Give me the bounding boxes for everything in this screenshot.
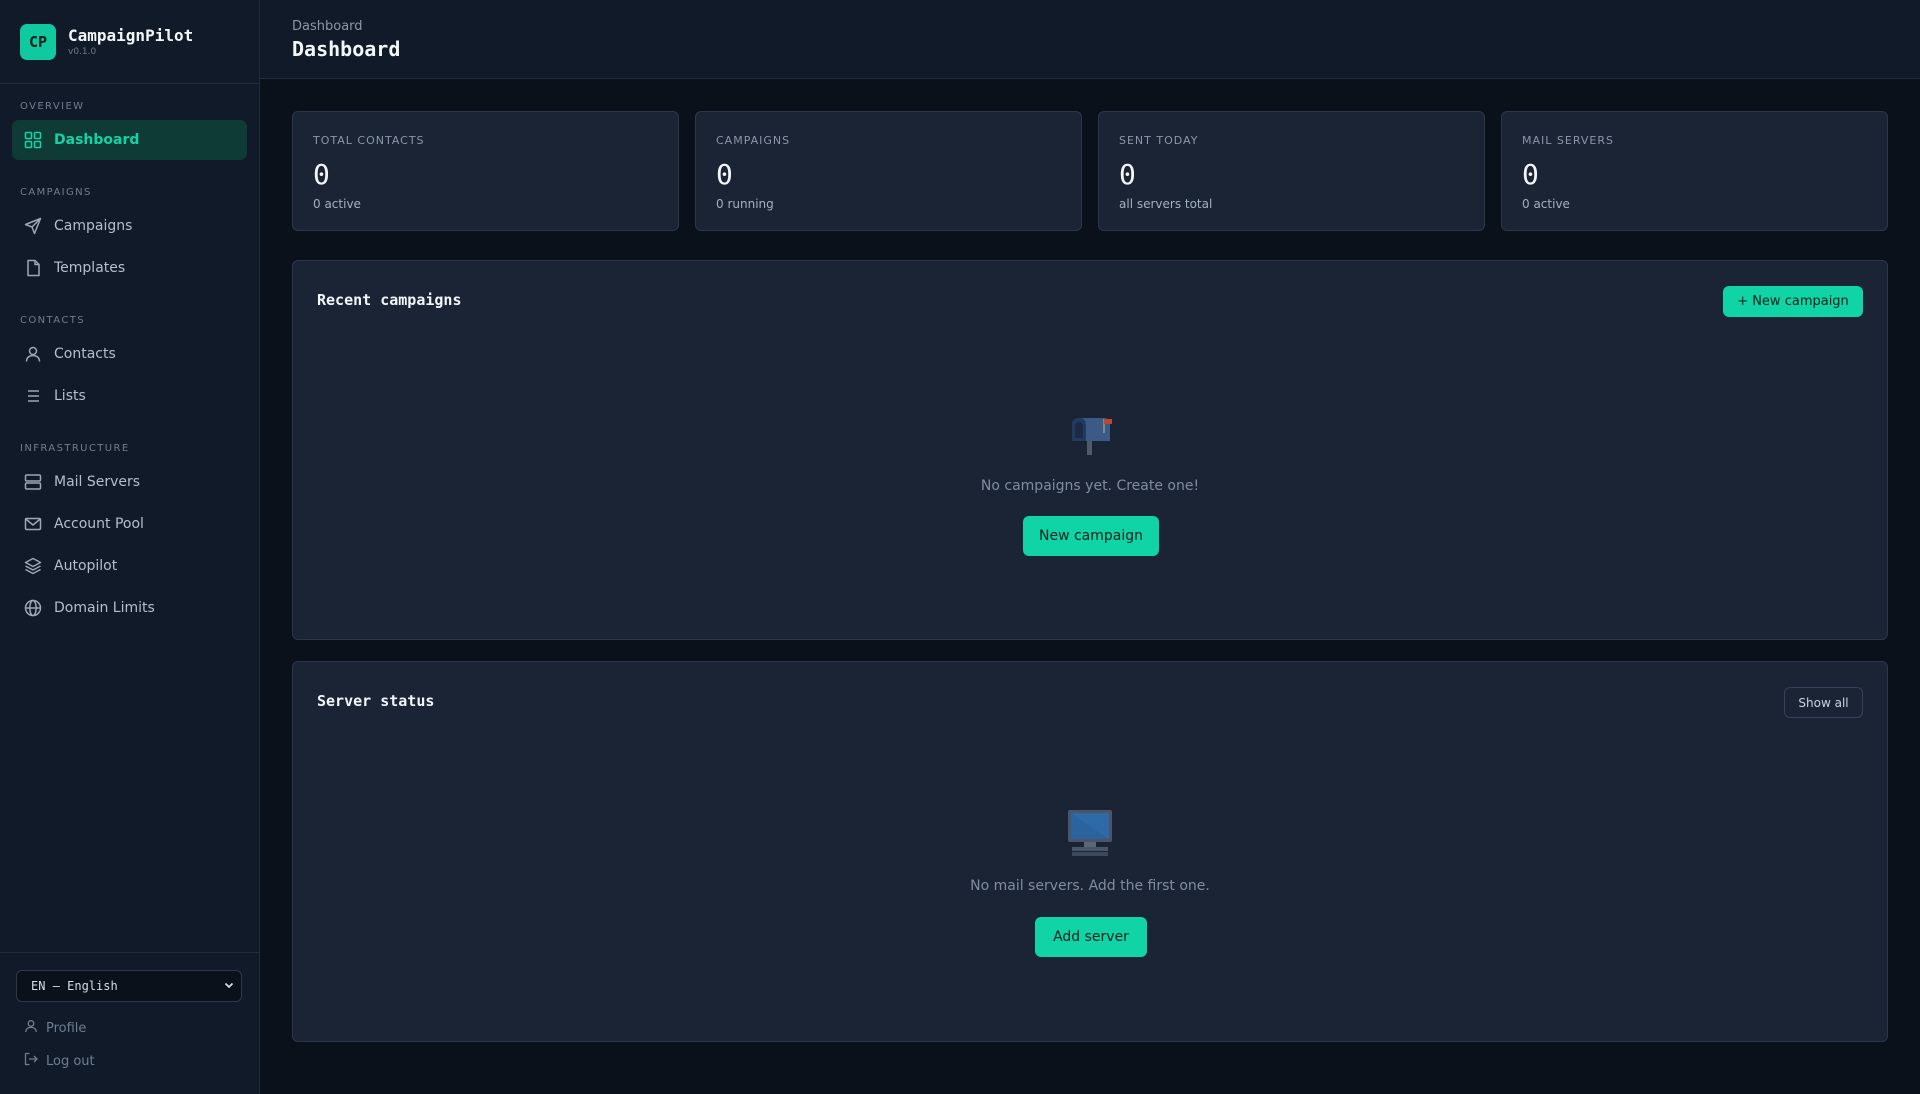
section-label-contacts: CONTACTS bbox=[20, 315, 85, 326]
stat-label: TOTAL CONTACTS bbox=[313, 134, 425, 147]
server-icon bbox=[24, 473, 42, 491]
stat-value: 0 bbox=[1119, 158, 1136, 191]
user-icon bbox=[24, 1019, 38, 1037]
panel-title: Recent campaigns bbox=[317, 291, 462, 309]
sidebar-item-label: Contacts bbox=[54, 346, 116, 362]
sidebar-item-domain-limits[interactable]: Domain Limits bbox=[12, 588, 247, 628]
language-select-value: EN — English bbox=[31, 979, 118, 993]
show-all-button[interactable]: Show all bbox=[1784, 687, 1863, 718]
send-icon bbox=[24, 217, 42, 235]
sidebar-item-label: Dashboard bbox=[54, 132, 140, 148]
logout-icon bbox=[24, 1052, 38, 1070]
stat-card-sent-today: SENT TODAY 0 all servers total bbox=[1098, 111, 1485, 231]
user-icon bbox=[24, 345, 42, 363]
section-label-infrastructure: INFRASTRUCTURE bbox=[20, 443, 130, 454]
new-campaign-button[interactable]: + New campaign bbox=[1723, 286, 1863, 317]
list-icon bbox=[24, 387, 42, 405]
stat-card-campaigns: CAMPAIGNS 0 0 running bbox=[695, 111, 1082, 231]
sidebar-item-account-pool[interactable]: Account Pool bbox=[12, 504, 247, 544]
logout-link[interactable]: Log out bbox=[24, 1052, 95, 1070]
sidebar-item-label: Account Pool bbox=[54, 516, 144, 532]
profile-link[interactable]: Profile bbox=[24, 1019, 86, 1037]
empty-state-text: No campaigns yet. Create one! bbox=[980, 478, 1200, 494]
server-status-panel: Server status Show all No mail servers. … bbox=[292, 661, 1888, 1042]
sidebar-item-label: Campaigns bbox=[54, 218, 133, 234]
logout-label: Log out bbox=[46, 1053, 95, 1069]
section-label-overview: OVERVIEW bbox=[20, 101, 85, 112]
stat-sub: 0 active bbox=[313, 197, 361, 211]
globe-icon bbox=[24, 599, 42, 617]
stat-sub: all servers total bbox=[1119, 197, 1213, 211]
stat-label: SENT TODAY bbox=[1119, 134, 1199, 147]
brand-logo: CP bbox=[20, 23, 56, 60]
brand[interactable]: CP CampaignPilot v0.1.0 bbox=[0, 0, 259, 84]
section-label-campaigns: CAMPAIGNS bbox=[20, 187, 92, 198]
sidebar-item-mail-servers[interactable]: Mail Servers bbox=[12, 462, 247, 502]
stat-card-mail-servers: MAIL SERVERS 0 0 active bbox=[1501, 111, 1888, 231]
mailbox-icon bbox=[1066, 413, 1114, 461]
sidebar-item-label: Templates bbox=[54, 260, 126, 276]
empty-state-text: No mail servers. Add the first one. bbox=[970, 878, 1210, 894]
grid-icon bbox=[24, 131, 42, 149]
top-header: Dashboard Dashboard bbox=[260, 0, 1920, 79]
sidebar-item-label: Lists bbox=[54, 388, 86, 404]
create-campaign-button[interactable]: New campaign bbox=[1023, 516, 1159, 556]
sidebar-item-autopilot[interactable]: Autopilot bbox=[12, 546, 247, 586]
breadcrumb[interactable]: Dashboard bbox=[292, 19, 363, 34]
sidebar-item-contacts[interactable]: Contacts bbox=[12, 334, 247, 374]
sidebar-item-label: Mail Servers bbox=[54, 474, 141, 490]
sidebar-item-lists[interactable]: Lists bbox=[12, 376, 247, 416]
stat-sub: 0 active bbox=[1522, 197, 1570, 211]
sidebar-item-templates[interactable]: Templates bbox=[12, 248, 247, 288]
sidebar-item-label: Autopilot bbox=[54, 558, 118, 574]
add-server-button[interactable]: Add server bbox=[1035, 917, 1147, 957]
recent-campaigns-panel: Recent campaigns + New campaign No campa… bbox=[292, 260, 1888, 640]
layers-icon bbox=[24, 557, 42, 575]
stat-card-total-contacts: TOTAL CONTACTS 0 0 active bbox=[292, 111, 679, 231]
panel-title: Server status bbox=[317, 692, 435, 710]
brand-name: CampaignPilot bbox=[68, 26, 194, 45]
stat-value: 0 bbox=[1522, 158, 1539, 191]
page-title: Dashboard bbox=[292, 37, 401, 61]
sidebar-divider bbox=[0, 952, 260, 953]
stat-label: MAIL SERVERS bbox=[1522, 134, 1614, 147]
profile-label: Profile bbox=[46, 1020, 87, 1036]
stat-value: 0 bbox=[716, 158, 733, 191]
mail-icon bbox=[24, 515, 42, 533]
stat-value: 0 bbox=[313, 158, 330, 191]
language-select[interactable]: EN — English bbox=[16, 970, 242, 1002]
computer-icon bbox=[1066, 808, 1114, 862]
brand-version: v0.1.0 bbox=[68, 47, 97, 57]
chevron-down-icon bbox=[223, 979, 235, 994]
sidebar-item-campaigns[interactable]: Campaigns bbox=[12, 206, 247, 246]
sidebar-item-label: Domain Limits bbox=[54, 600, 155, 616]
sidebar: CP CampaignPilot v0.1.0 OVERVIEW Dashboa… bbox=[0, 0, 260, 1094]
stat-sub: 0 running bbox=[716, 197, 774, 211]
sidebar-item-dashboard[interactable]: Dashboard bbox=[12, 120, 247, 160]
stat-label: CAMPAIGNS bbox=[716, 134, 791, 147]
file-icon bbox=[24, 259, 42, 277]
